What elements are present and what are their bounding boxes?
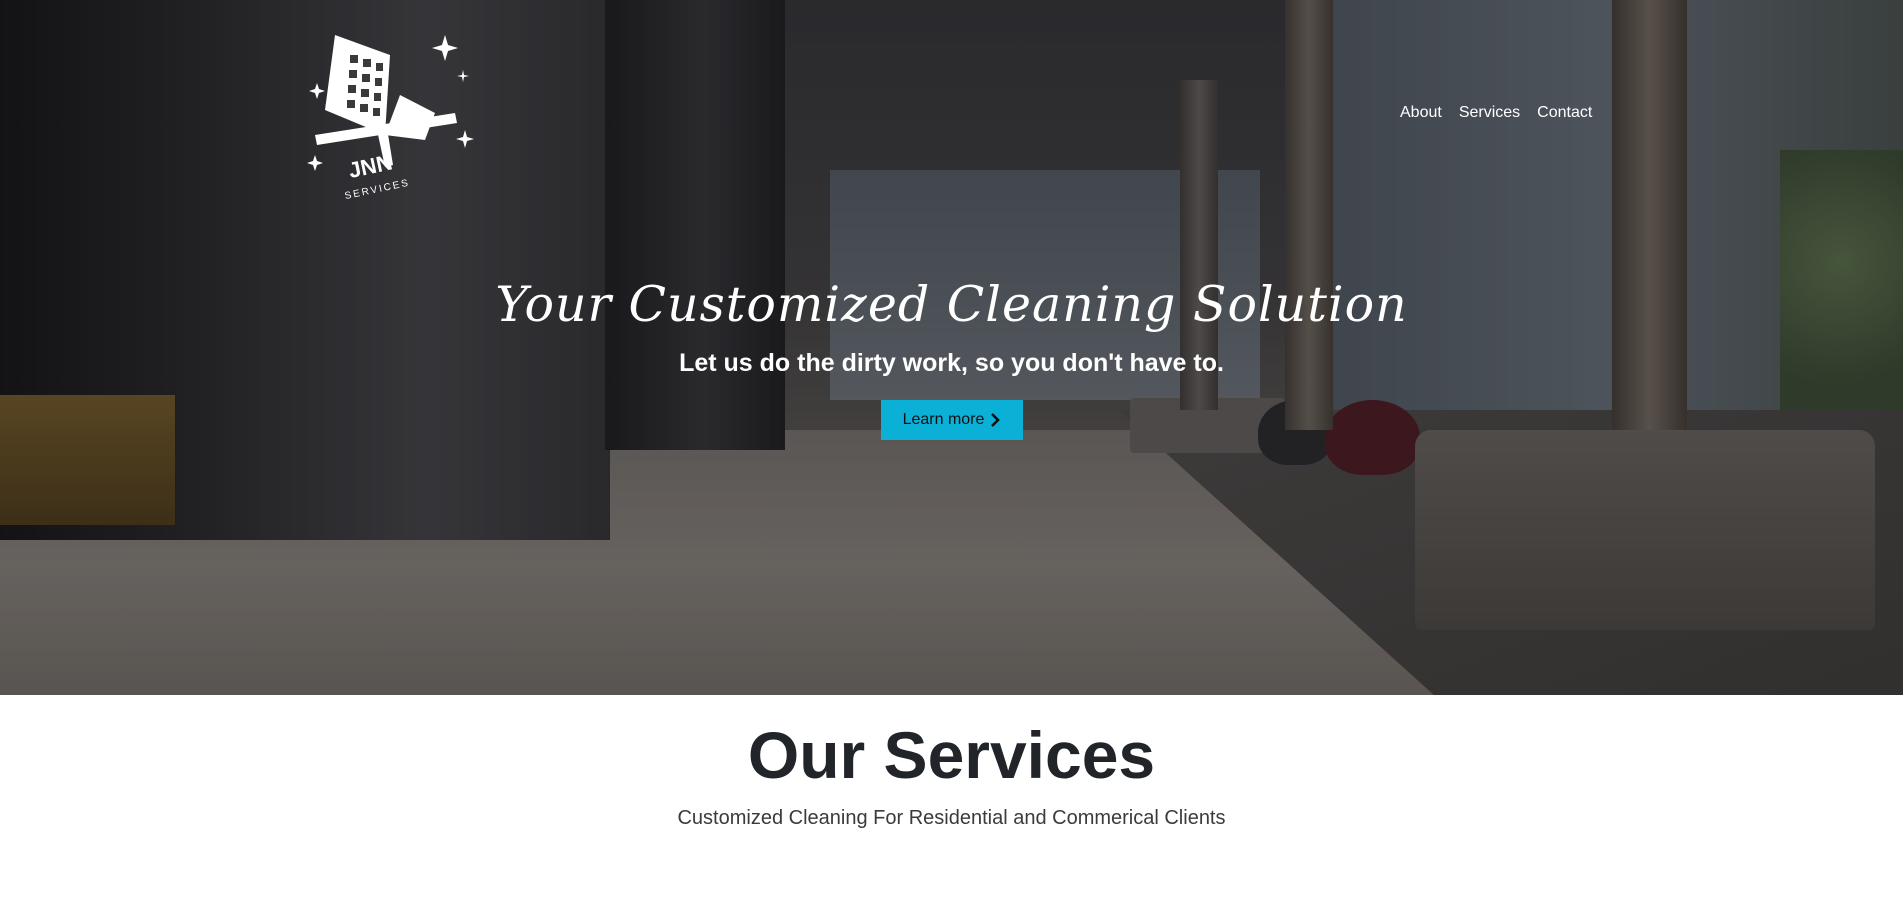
services-subheading: Customized Cleaning For Residential and … <box>677 807 1226 829</box>
nav-contact[interactable]: Contact <box>1537 104 1592 122</box>
chevron-right-icon <box>991 413 1001 427</box>
site-logo[interactable]: JNN SERVICES <box>305 15 505 205</box>
hero-content: Your Customized Cleaning Solution Let us… <box>0 270 1903 440</box>
building-squeegee-logo-icon: JNN SERVICES <box>307 35 474 202</box>
services-section: Our Services Customized Cleaning For Res… <box>0 695 1903 830</box>
hero-section: JNN SERVICES About Services Contact Your… <box>0 0 1903 695</box>
services-heading: Our Services <box>747 718 1156 792</box>
hero-subtitle: Let us do the dirty work, so you don't h… <box>679 349 1224 377</box>
nav-about[interactable]: About <box>1400 104 1442 122</box>
nav-services[interactable]: Services <box>1459 104 1520 122</box>
learn-more-button[interactable]: Learn more <box>880 400 1023 440</box>
hero-title: Your Customized Cleaning Solution <box>495 276 1408 333</box>
main-nav: About Services Contact <box>1400 104 1592 122</box>
learn-more-label: Learn more <box>902 411 985 428</box>
logo-text: JNN <box>346 149 394 183</box>
